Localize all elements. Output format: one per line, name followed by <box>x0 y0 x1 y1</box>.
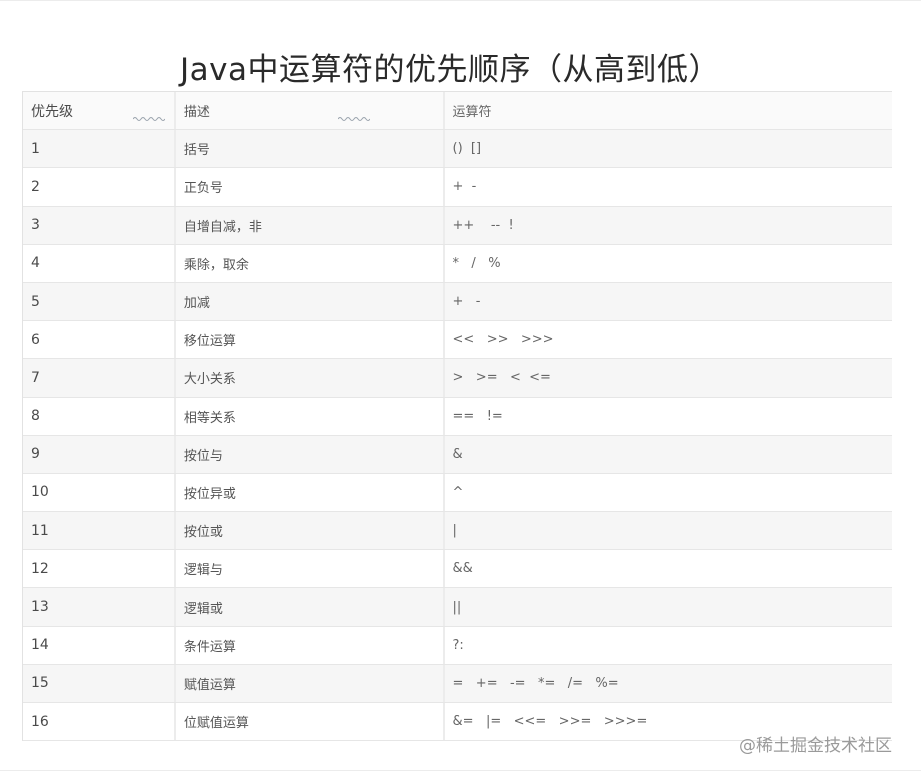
table-row: 12 逻辑与 && <box>23 550 892 589</box>
operator-cell: = += -= *= /= %= <box>452 675 619 691</box>
table-row: 3 自增自减，非 ++ -- ! <box>23 206 892 245</box>
description-cell: 乘除，取余 <box>176 244 445 282</box>
bottom-divider <box>0 770 921 771</box>
operator-cell: * / % <box>452 255 501 271</box>
description-cell: 正负号 <box>176 168 445 206</box>
description-cell: 括号 <box>176 130 445 168</box>
table-row: 6 移位运算 << >> >>> <box>23 321 892 360</box>
description-cell: 逻辑与 <box>176 550 445 588</box>
priority-cell: 12 <box>23 550 176 588</box>
header-cell-description: 描述 <box>176 92 445 130</box>
priority-cell: 8 <box>23 397 176 435</box>
header-operator-label: 运算符 <box>452 105 492 121</box>
description-cell: 相等关系 <box>176 397 445 435</box>
operator-cell: ?: <box>452 637 464 653</box>
description-cell: 位赋值运算 <box>176 703 445 741</box>
priority-cell: 5 <box>23 282 176 321</box>
operator-cell: () [] <box>452 141 482 157</box>
priority-cell: 1 <box>23 130 176 168</box>
priority-cell: 2 <box>23 168 176 206</box>
priority-cell: 16 <box>23 703 176 741</box>
description-cell: 按位与 <box>176 435 445 473</box>
description-cell: 赋值运算 <box>176 664 445 702</box>
priority-cell: 15 <box>23 664 176 702</box>
operator-cell: + - <box>452 294 481 310</box>
priority-cell: 7 <box>23 359 176 397</box>
operator-cell: << >> >>> <box>452 332 554 348</box>
operator-cell: || <box>452 599 462 615</box>
operator-cell: ++ -- ! <box>452 217 514 233</box>
operator-cell: > >= < <= <box>452 370 551 386</box>
page: Java中运算符的优先顺序（从高到低） 优先级 描述 运算符 1 括号 () [… <box>0 0 921 775</box>
header-description-label: 描述 <box>183 105 210 121</box>
priority-cell: 4 <box>23 244 176 282</box>
priority-cell: 3 <box>23 206 176 244</box>
description-cell: 加减 <box>176 282 445 321</box>
operator-cell: | <box>452 523 457 539</box>
operator-cell: && <box>452 561 473 577</box>
table-row: 14 条件运算 ?: <box>23 626 892 665</box>
table-row: 11 按位或 | <box>23 512 892 551</box>
description-cell: 自增自减，非 <box>176 206 445 244</box>
description-cell: 逻辑或 <box>176 588 445 626</box>
table-header-row: 优先级 描述 运算符 <box>23 92 892 131</box>
operator-cell: == != <box>452 408 503 424</box>
operator-cell: + - <box>452 179 477 195</box>
header-priority-label: 优先级 <box>31 103 73 120</box>
table-row: 10 按位异或 ^ <box>23 473 892 513</box>
table-row: 4 乘除，取余 * / % <box>23 244 892 283</box>
top-divider <box>0 0 921 1</box>
watermark: @稀土掘金技术社区 <box>739 736 892 756</box>
table-row: 9 按位与 & <box>23 435 892 474</box>
table-row: 8 相等关系 == != <box>23 397 892 436</box>
table-row: 7 大小关系 > >= < <= <box>23 359 892 398</box>
description-cell: 按位异或 <box>176 473 445 512</box>
header-cell-operator: 运算符 <box>445 92 892 129</box>
priority-cell: 10 <box>23 473 176 512</box>
operator-cell: ^ <box>452 484 464 500</box>
priority-cell: 6 <box>23 321 176 359</box>
description-cell: 大小关系 <box>176 359 445 397</box>
description-cell: 移位运算 <box>176 321 445 359</box>
description-cell: 条件运算 <box>176 626 445 664</box>
priority-cell: 14 <box>23 626 176 664</box>
operator-cell: & <box>452 446 463 462</box>
table-row: 5 加减 + - <box>23 282 892 322</box>
table-row: 2 正负号 + - <box>23 168 892 207</box>
table-row: 1 括号 () [] <box>23 130 892 169</box>
operator-precedence-table: 优先级 描述 运算符 1 括号 () [] 2 正负号 + - 3 自增自减，非… <box>22 91 892 742</box>
priority-cell: 13 <box>23 588 176 626</box>
priority-cell: 9 <box>23 435 176 473</box>
spellcheck-squiggle-icon <box>133 117 165 122</box>
header-cell-priority: 优先级 <box>23 92 176 130</box>
spellcheck-squiggle-icon <box>337 117 370 122</box>
description-cell: 按位或 <box>176 512 445 550</box>
page-title: Java中运算符的优先顺序（从高到低） <box>180 52 720 88</box>
priority-cell: 11 <box>23 512 176 550</box>
table-row: 13 逻辑或 || <box>23 588 892 627</box>
table-row: 15 赋值运算 = += -= *= /= %= <box>23 664 892 703</box>
